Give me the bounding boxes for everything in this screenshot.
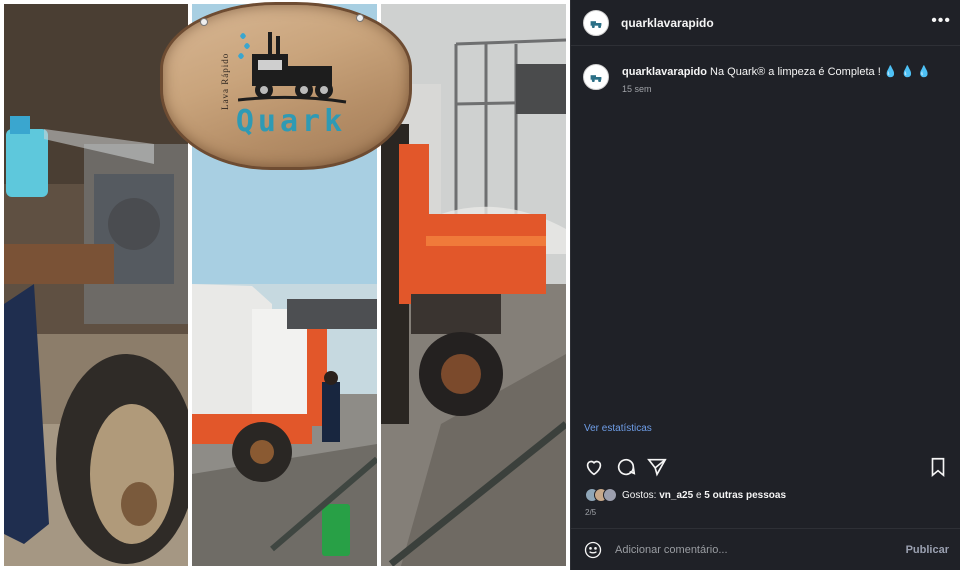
caption-timestamp: 15 sem — [622, 84, 652, 94]
profile-logo-icon — [590, 75, 602, 83]
likes-prefix: Gostos: — [622, 489, 657, 501]
quark-logo-sign: Lava Rápido Quark — [160, 2, 412, 170]
sign-brand-name: Quark — [235, 104, 347, 139]
likes-text: Gostos: vn_a25 e 5 outras pessoas — [622, 490, 786, 501]
send-icon[interactable] — [646, 456, 668, 478]
caption-message: Na Quark® a limpeza é Completa ! 💧 💧 💧 — [710, 66, 932, 78]
publish-button[interactable]: Publicar — [906, 544, 949, 556]
likes-connector: e — [695, 489, 702, 501]
caption: quarklavarapido Na Quark® a limpeza é Co… — [583, 64, 949, 94]
carousel-page-indicator: 2/5 — [585, 508, 597, 517]
comment-bar: Publicar — [571, 528, 960, 570]
likes-others-link[interactable]: 5 outras pessoas — [704, 490, 786, 501]
post-sidebar: quarklavarapido ••• quarklavarapido Na Q… — [570, 0, 960, 570]
profile-logo-icon — [590, 20, 602, 28]
action-bar — [583, 456, 949, 478]
profile-avatar[interactable] — [583, 9, 609, 36]
caption-text-line: quarklavarapido Na Quark® a limpeza é Co… — [622, 64, 931, 80]
sign-pin — [356, 14, 364, 22]
caption-username[interactable]: quarklavarapido — [622, 66, 707, 78]
heart-icon[interactable] — [583, 456, 605, 478]
post-header: quarklavarapido ••• — [571, 0, 960, 46]
caption-body: quarklavarapido Na Quark® a limpeza é Co… — [622, 64, 931, 94]
bookmark-icon[interactable] — [927, 456, 949, 478]
sign-pin — [200, 18, 208, 26]
comment-input[interactable] — [615, 543, 906, 556]
emoji-icon[interactable] — [583, 540, 603, 560]
view-insights-link[interactable]: Ver estatísticas — [584, 423, 652, 434]
caption-avatar[interactable] — [583, 64, 609, 90]
more-options-icon[interactable]: ••• — [931, 13, 951, 29]
post-username[interactable]: quarklavarapido — [621, 16, 714, 30]
comment-icon[interactable] — [615, 456, 637, 478]
liker-avatar — [603, 488, 617, 502]
truck-logo-icon — [238, 32, 347, 104]
likes-user-link[interactable]: vn_a25 — [659, 490, 693, 501]
post-image: Lava Rápido Quark — [0, 0, 570, 570]
likes-summary: Gostos: vn_a25 e 5 outras pessoas — [585, 488, 786, 502]
sign-tagline: Lava Rápido — [220, 52, 230, 110]
